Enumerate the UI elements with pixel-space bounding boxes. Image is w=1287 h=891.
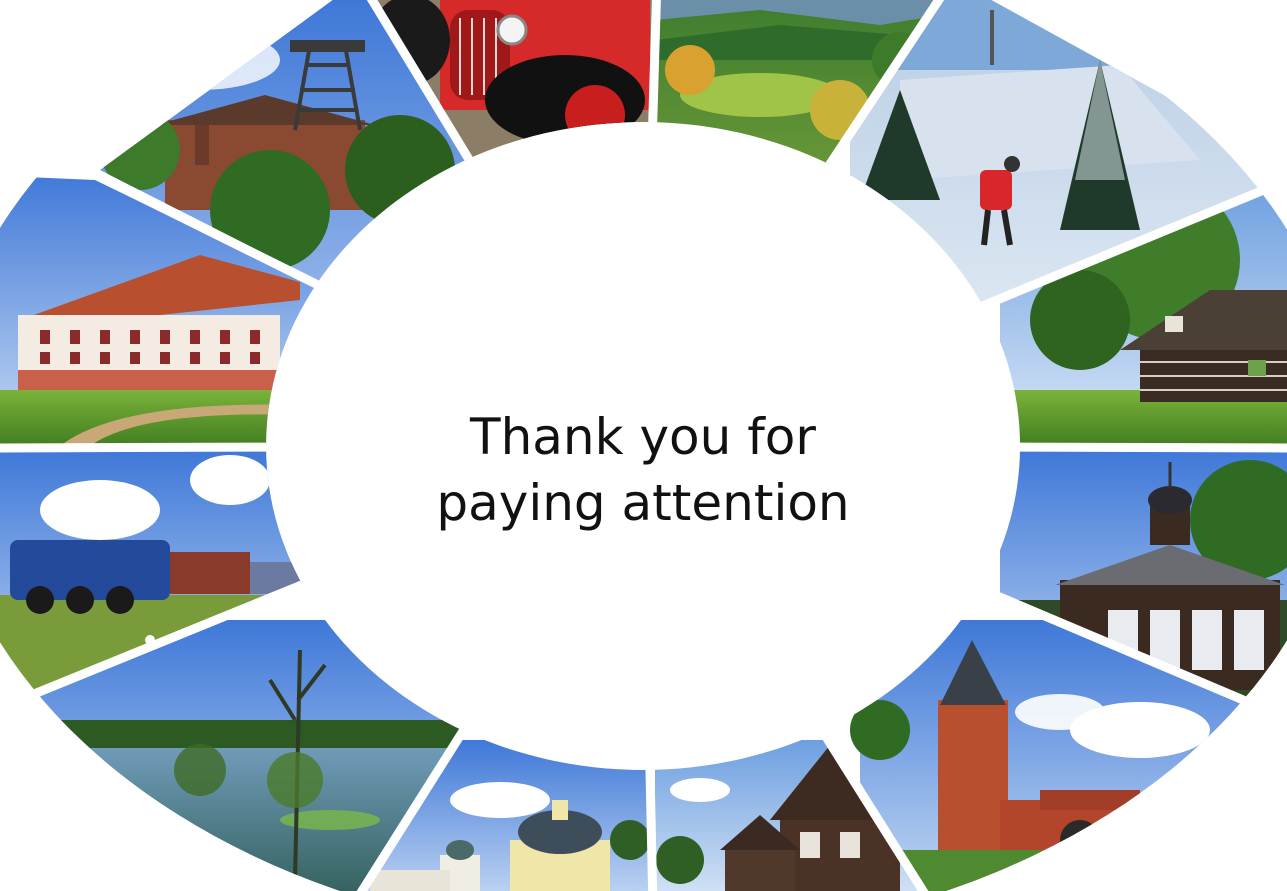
message-line-1: Thank you for <box>470 408 816 466</box>
message-line-2: paying attention <box>436 474 850 532</box>
thank-you-message: Thank you for paying attention <box>343 404 943 536</box>
